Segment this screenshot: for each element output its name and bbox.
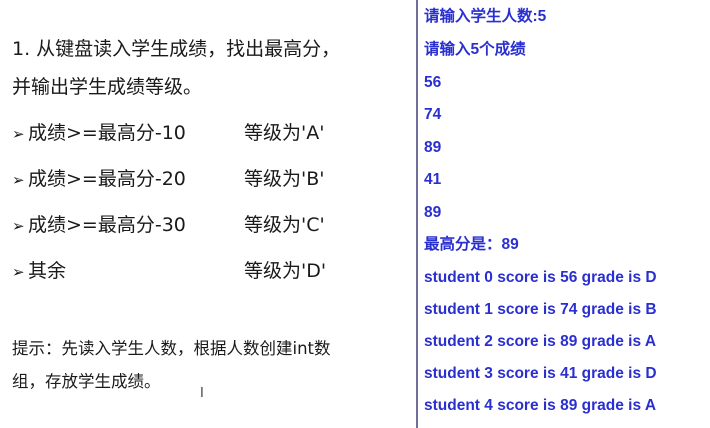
console-line: 41 [424,171,442,188]
task-heading-line-1: 1. 从键盘读入学生成绩，找出最高分， [12,38,341,60]
rule-condition: 成绩>=最高分-20 [28,168,186,190]
console-line: student 1 score is 74 grade is B [424,301,657,318]
rule-grade: 等级为'C' [244,214,325,236]
rule-condition: 成绩>=最高分-30 [28,214,186,236]
arrow-bullet-icon: ➢ [12,171,25,189]
text-cursor-icon: I [200,386,204,401]
arrow-bullet-icon: ➢ [12,217,25,235]
console-line: 请输入学生人数:5 [424,8,547,25]
console-line: student 4 score is 89 grade is A [424,397,657,414]
grade-rule-a: ➢ 成绩>=最高分-10 等级为'A' [12,114,412,160]
task-panel: 1. 从键盘读入学生成绩，找出最高分， 并输出学生成绩等级。 ➢ 成绩>=最高分… [0,0,418,428]
console-line: student 3 score is 41 grade is D [424,365,657,382]
grade-rules-list: ➢ 成绩>=最高分-10 等级为'A' ➢ 成绩>=最高分-20 等级为'B' … [12,114,412,298]
rule-grade: 等级为'A' [244,122,325,144]
rule-condition: 其余 [28,260,67,282]
console-line: 89 [424,204,442,221]
hint-text: 提示：先读入学生人数，根据人数创建int数 组，存放学生成绩。 [12,332,412,398]
console-line: 89 [424,139,442,156]
rule-grade: 等级为'D' [244,260,327,282]
arrow-bullet-icon: ➢ [12,263,25,281]
console-line: student 0 score is 56 grade is D [424,269,657,286]
task-description: 1. 从键盘读入学生成绩，找出最高分， 并输出学生成绩等级。 [12,30,412,106]
grade-rule-d: ➢ 其余 等级为'D' [12,252,412,298]
console-line: student 2 score is 89 grade is A [424,333,657,350]
hint-line-1: 提示：先读入学生人数，根据人数创建int数 [12,339,331,358]
console-line: 56 [424,74,442,91]
arrow-bullet-icon: ➢ [12,125,25,143]
rule-condition: 成绩>=最高分-10 [28,122,186,144]
grade-rule-c: ➢ 成绩>=最高分-30 等级为'C' [12,206,412,252]
console-output: 请输入学生人数:5 请输入5个成绩 56 74 89 41 89 最高分是：89… [424,0,710,428]
panel-divider [416,0,418,428]
task-heading-line-2: 并输出学生成绩等级。 [12,76,203,98]
console-line: 74 [424,106,442,123]
console-line: 最高分是：89 [424,236,519,253]
hint-line-2: 组，存放学生成绩。 [12,372,161,391]
grade-rule-b: ➢ 成绩>=最高分-20 等级为'B' [12,160,412,206]
console-line: 请输入5个成绩 [424,41,526,58]
rule-grade: 等级为'B' [244,168,325,190]
